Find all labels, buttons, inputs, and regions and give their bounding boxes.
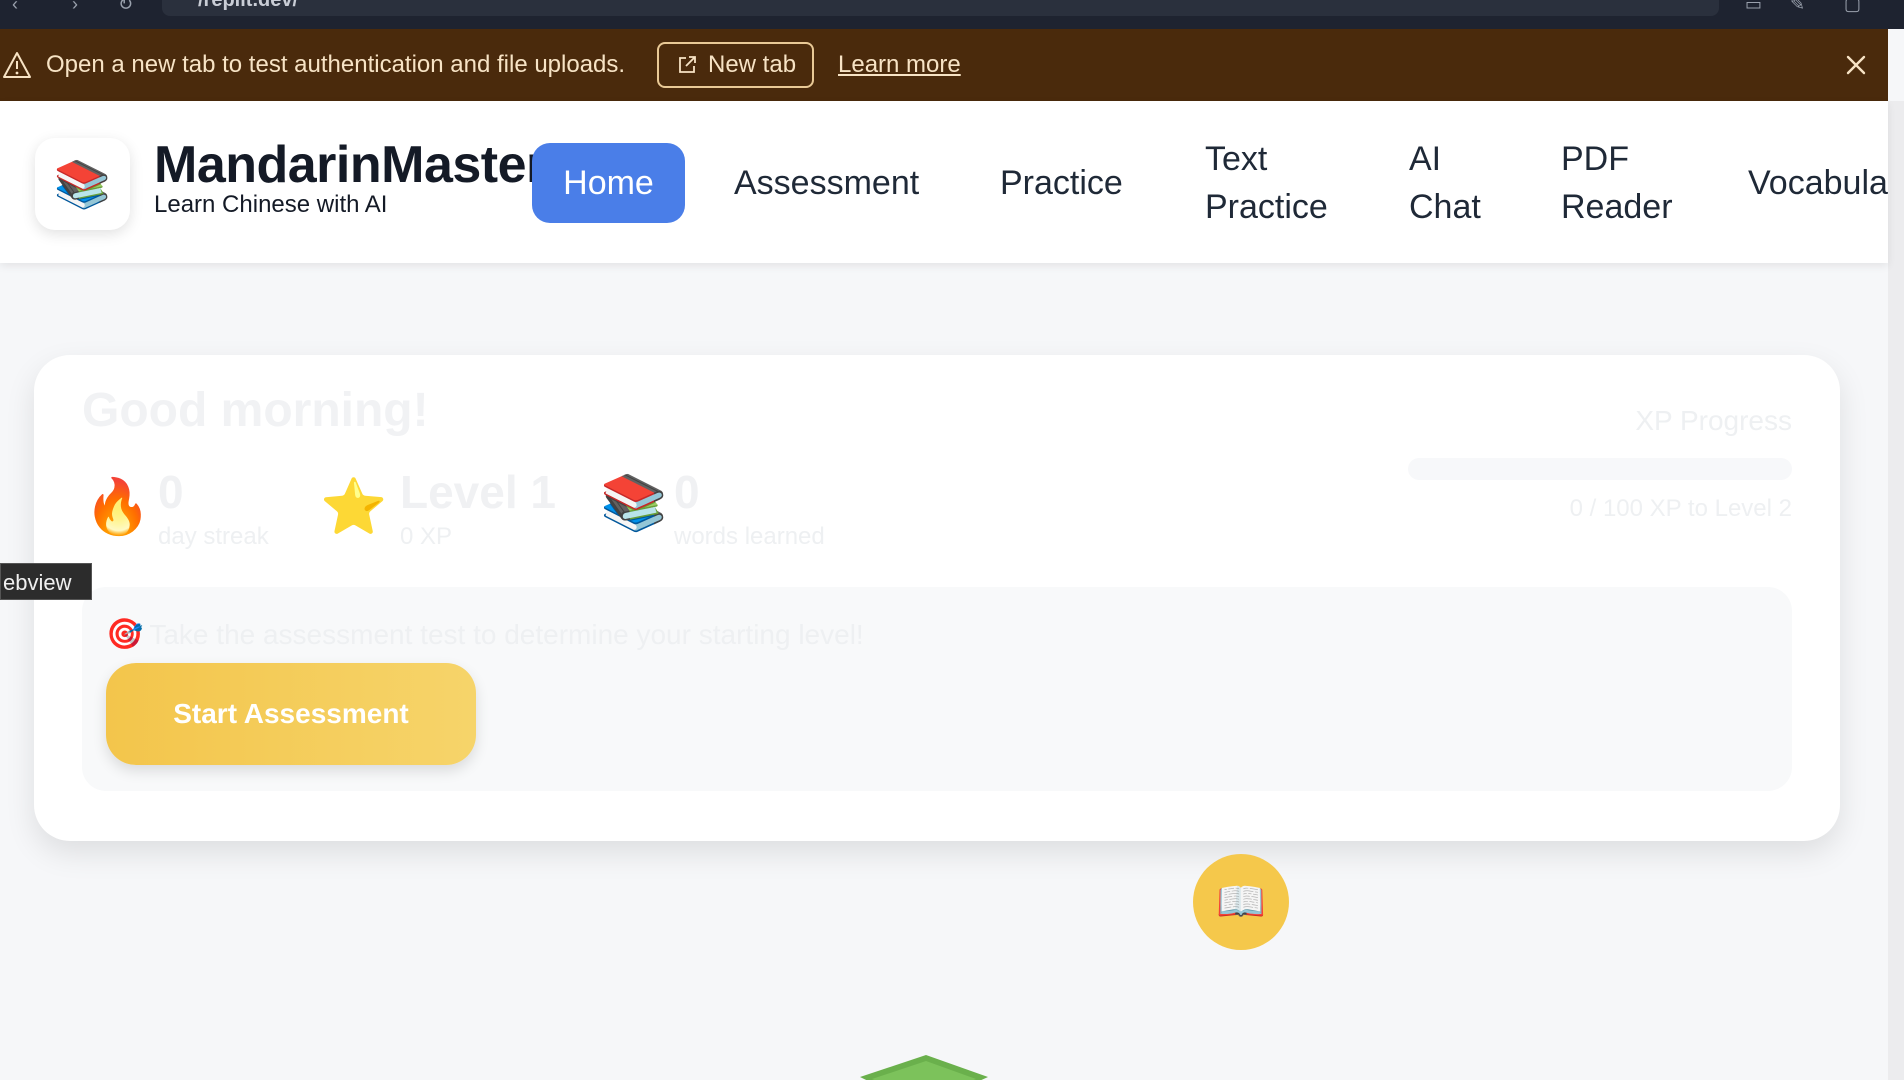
brand-title: MandarinMaster	[154, 136, 546, 194]
back-icon[interactable]: ‹	[12, 0, 18, 15]
external-link-icon	[679, 56, 696, 73]
greeting: Good morning!	[82, 384, 429, 437]
xp-progress-title: XP Progress	[1635, 405, 1792, 436]
assessment-panel: 🎯 Take the assessment test to determine y…	[82, 587, 1792, 791]
book-illustration	[860, 1055, 988, 1080]
new-tab-button[interactable]: New tab	[657, 42, 814, 88]
browser-chrome: ‹ › ↻ /replit.dev/ ▭ ✎ ▢	[0, 0, 1904, 29]
scrollbar-gutter	[1888, 101, 1904, 1080]
reload-icon[interactable]: ↻	[118, 0, 133, 15]
new-tab-label: New tab	[708, 51, 797, 78]
nav-assessment[interactable]: Assessment	[734, 159, 919, 207]
nav-pdf-reader[interactable]: PDF Reader	[1561, 135, 1673, 231]
star-icon: ⭐	[320, 477, 388, 537]
words-label: words learned	[674, 523, 825, 550]
devices-icon[interactable]: ▭	[1745, 0, 1762, 15]
pen-icon[interactable]: ✎	[1790, 0, 1805, 15]
target-icon: 🎯	[106, 618, 144, 651]
warning-banner: Open a new tab to test authentication an…	[0, 29, 1888, 101]
streak-label: day streak	[158, 523, 269, 550]
assessment-prompt: 🎯 Take the assessment test to determine y…	[106, 617, 864, 652]
window-icon[interactable]: ▢	[1844, 0, 1861, 15]
brand-subtitle: Learn Chinese with AI	[154, 191, 388, 218]
logo[interactable]: 📚	[35, 138, 130, 230]
nav-practice[interactable]: Practice	[1000, 159, 1123, 207]
nav-text-practice[interactable]: Text Practice	[1205, 135, 1328, 231]
dashboard-card: Good morning! 🔥 0 day streak ⭐ Level 1 0…	[34, 355, 1840, 841]
nav-pdf-reader-line2: Reader	[1561, 188, 1673, 226]
streak-value: 0	[158, 466, 184, 518]
warning-icon	[3, 52, 31, 78]
open-book-fab[interactable]: 📖	[1193, 854, 1289, 950]
nav-ai-chat-line1: AI	[1409, 140, 1442, 178]
nav-text-practice-line1: Text	[1205, 140, 1268, 178]
nav-home[interactable]: Home	[532, 143, 685, 223]
banner-message: Open a new tab to test authentication an…	[46, 51, 626, 78]
close-icon[interactable]	[1844, 53, 1868, 77]
brand: MandarinMaster Learn Chinese with AI	[154, 137, 546, 219]
books-icon: 📚	[600, 473, 668, 533]
xp-progress-caption: 0 / 100 XP to Level 2	[1569, 495, 1792, 522]
start-assessment-button[interactable]: Start Assessment	[106, 663, 476, 765]
assessment-prompt-text: Take the assessment test to determine yo…	[149, 619, 864, 650]
nav-pdf-reader-line1: PDF	[1561, 140, 1629, 178]
nav-vocabulary[interactable]: Vocabula	[1748, 159, 1888, 207]
address-bar[interactable]: /replit.dev/	[162, 0, 1719, 16]
xp-label: 0 XP	[400, 523, 453, 550]
nav-ai-chat[interactable]: AI Chat	[1409, 135, 1481, 231]
words-value: 0	[674, 466, 700, 518]
learn-more-link[interactable]: Learn more	[838, 51, 961, 79]
forward-icon[interactable]: ›	[72, 0, 78, 15]
fire-icon: 🔥	[84, 477, 152, 537]
nav-ai-chat-line2: Chat	[1409, 188, 1481, 226]
xp-progress-bar	[1408, 458, 1792, 480]
webview-tooltip: ebview	[0, 563, 92, 600]
page: ‹ › ↻ /replit.dev/ ▭ ✎ ▢ Open a new tab …	[0, 0, 1904, 1080]
app-header: 📚 MandarinMaster Learn Chinese with AI H…	[0, 101, 1888, 263]
nav-text-practice-line2: Practice	[1205, 188, 1328, 226]
level-value: Level 1	[400, 466, 556, 518]
